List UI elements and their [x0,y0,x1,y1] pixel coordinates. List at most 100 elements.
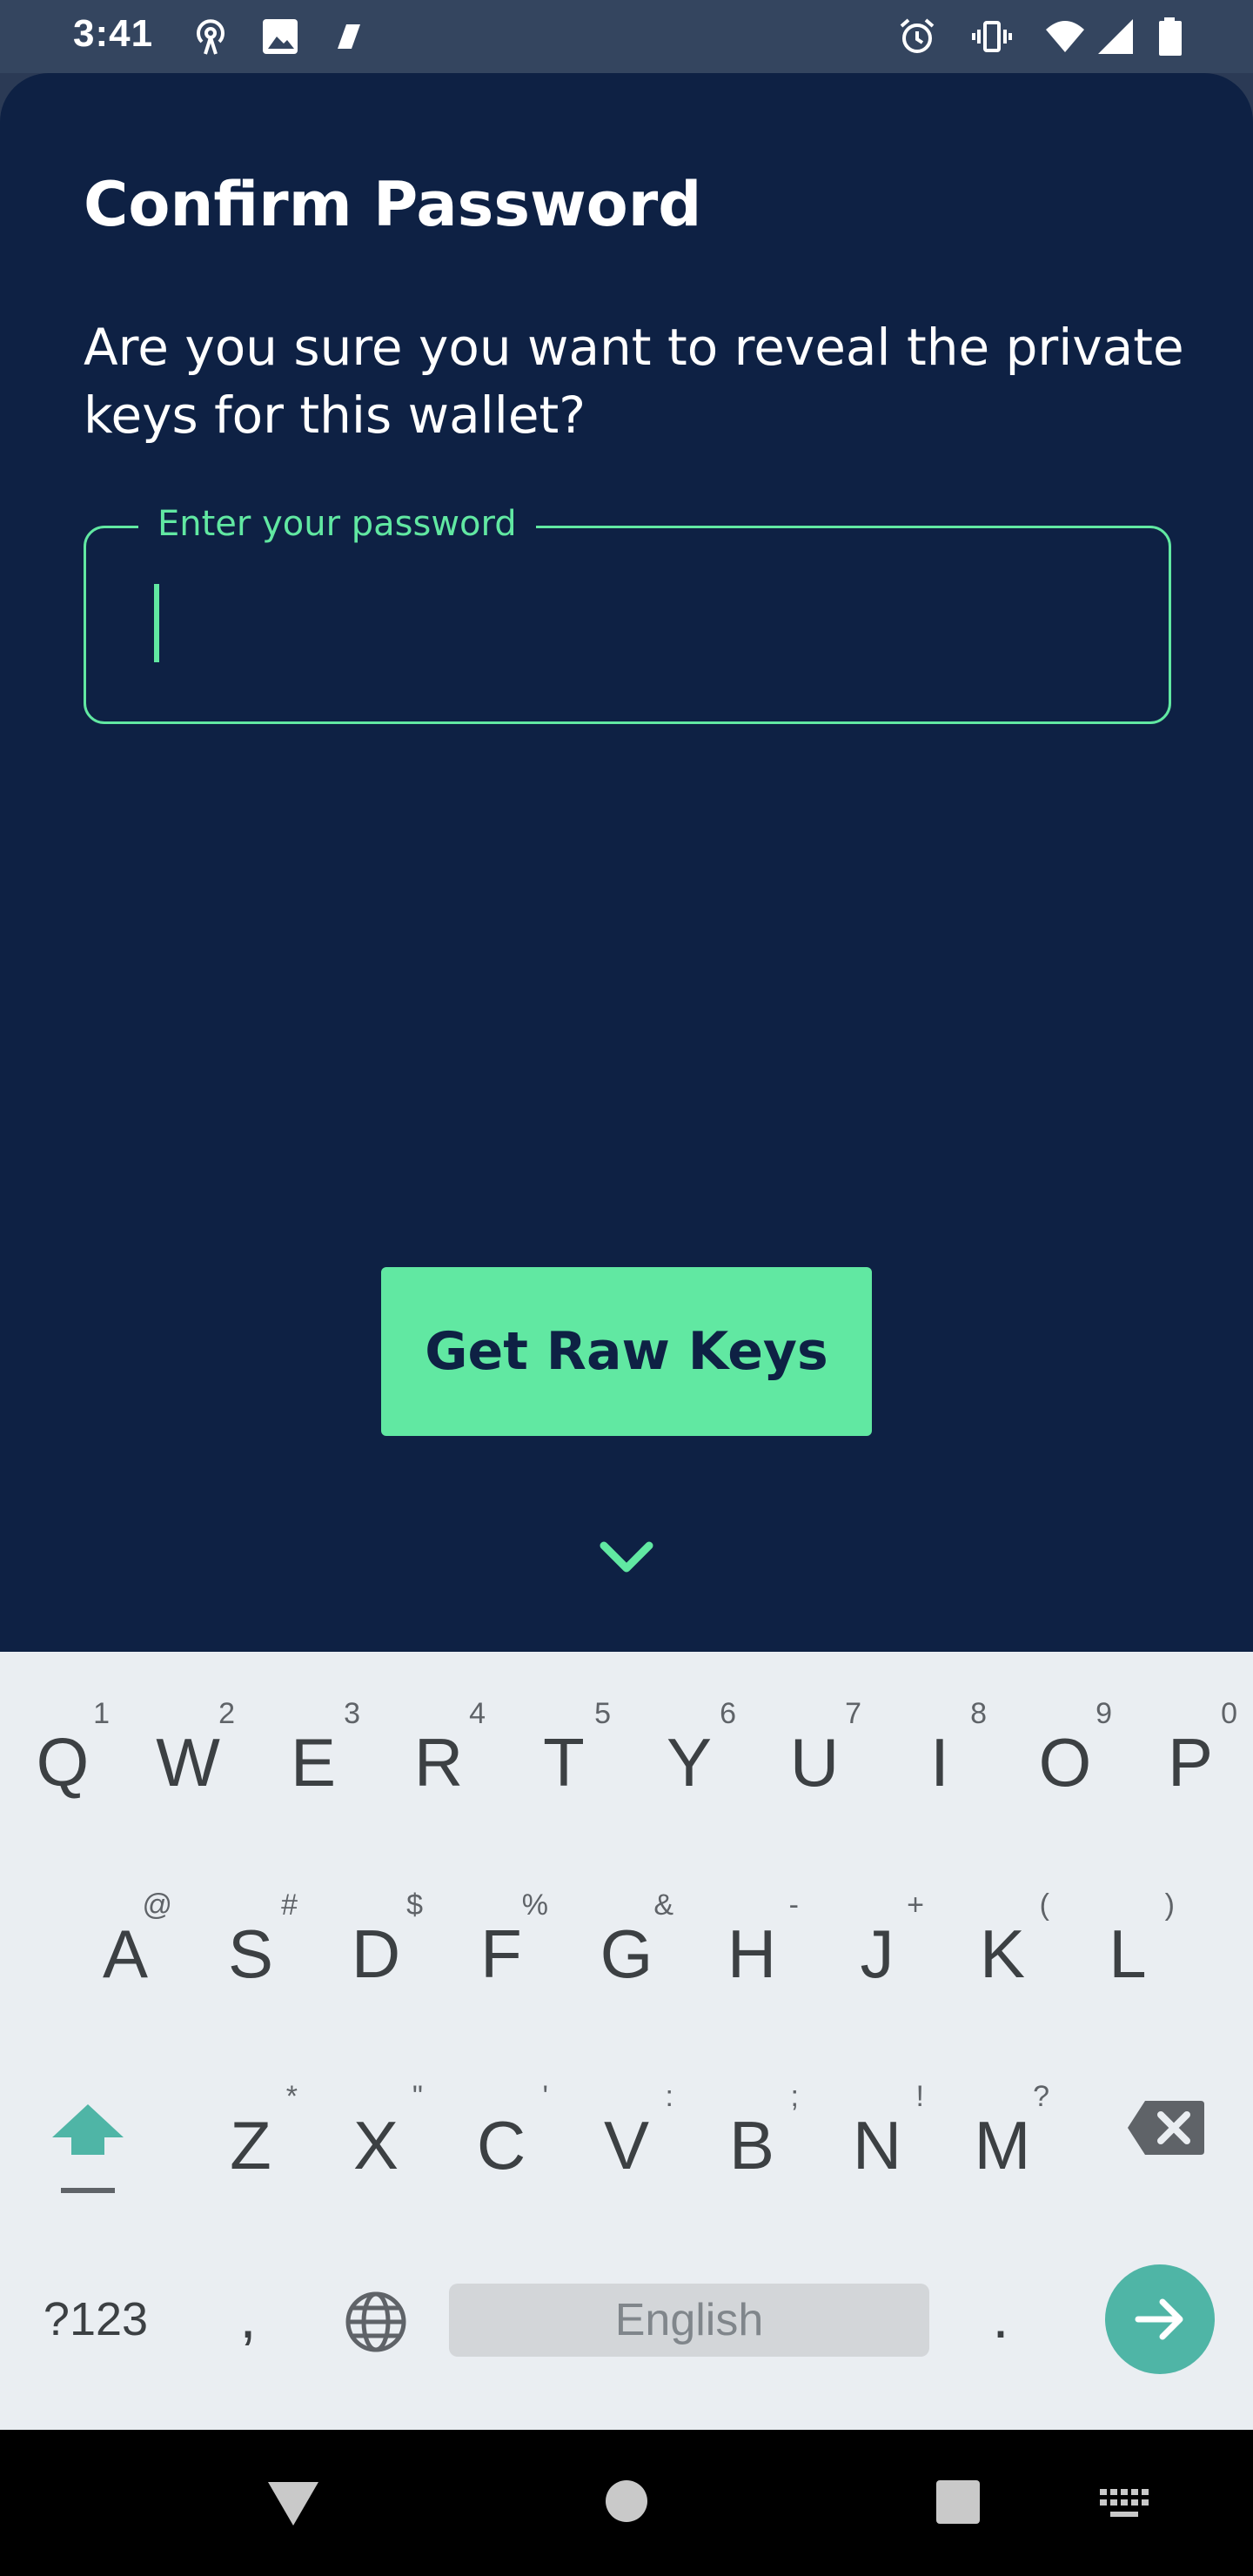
key-letter: L [1109,1915,1147,1992]
key-a[interactable]: A @ [73,1888,178,2002]
key-u[interactable]: U7 [762,1697,867,1810]
password-field-label: Enter your password [138,504,536,544]
vibrate-icon [972,21,1012,52]
key-hint: 3 [344,1697,360,1730]
key-s[interactable]: S # [198,1888,303,2002]
key-hint: 7 [845,1697,861,1730]
key-letter: M [974,2107,1031,2184]
key-hint: ' [542,2080,549,2113]
key-x[interactable]: X " [324,2080,428,2193]
key-c[interactable]: C ' [449,2080,553,2193]
key-letter: J [860,1915,895,1992]
key-letter: U [789,1724,840,1801]
confirm-password-sheet: Confirm Password Are you sure you want t… [0,73,1253,1652]
key-letter: S [227,1915,274,1992]
key-l[interactable]: L) [1075,1888,1180,2002]
space-bar[interactable]: English [449,2284,929,2357]
key-y[interactable]: Y6 [637,1697,741,1810]
key-letter: Z [230,2107,271,2184]
key-letter: X [352,2107,399,2184]
key-letter: R [413,1724,464,1801]
key-hint: 1 [93,1697,110,1730]
key-hint: 6 [720,1697,736,1730]
key-letter: V [603,2107,650,2184]
enter-button[interactable] [1105,2264,1215,2374]
key-hint: 2 [218,1697,235,1730]
key-letter: K [979,1915,1026,1992]
battery-icon [1159,17,1182,56]
key-hint: * [285,2080,298,2113]
key-hint: : [665,2080,673,2113]
comma-key[interactable]: , [218,2282,278,2351]
key-z[interactable]: Z * [198,2080,303,2193]
key-letter: Y [666,1724,713,1801]
status-time: 3:41 [73,12,154,55]
back-icon[interactable] [263,2477,324,2529]
symbols-key[interactable]: ?123 [35,2292,157,2346]
key-i[interactable]: I8 [888,1697,992,1810]
app-icon [338,24,360,49]
key-letter: Q [36,1724,90,1801]
key-letter: T [543,1724,585,1801]
key-j[interactable]: J + [825,1888,929,2002]
key-w[interactable]: W2 [136,1697,240,1810]
key-hint: + [907,1888,924,1922]
password-input[interactable] [152,584,1109,662]
get-raw-keys-button[interactable]: Get Raw Keys [381,1267,872,1436]
shift-icon[interactable] [49,2097,127,2202]
recents-icon[interactable] [935,2479,982,2526]
key-q[interactable]: Q1 [10,1697,115,1810]
text-cursor [154,584,159,662]
dialog-title: Confirm Password [84,169,702,240]
backspace-icon[interactable] [1126,2097,1206,2158]
key-k[interactable]: K( [950,1888,1055,2002]
key-letter: B [728,2107,775,2184]
image-icon [263,19,298,54]
key-letter: D [351,1915,401,1992]
key-t[interactable]: T5 [512,1697,616,1810]
period-key[interactable]: . [975,2282,1027,2351]
key-hint: ; [790,2080,799,2113]
key-letter: P [1167,1724,1214,1801]
arrow-right-icon [1135,2298,1183,2340]
key-hint: % [521,1888,548,1922]
globe-icon[interactable] [341,2287,411,2357]
status-bar: 3:41 [0,0,1253,73]
key-h[interactable]: H- [700,1888,804,2002]
keyboard-switch-icon[interactable] [1098,2487,1150,2522]
key-f[interactable]: F% [449,1888,553,2002]
wifi-icon [1046,21,1084,52]
key-hint: $ [406,1888,423,1922]
chevron-down-icon[interactable] [595,1525,658,1587]
key-hint: 0 [1221,1697,1237,1730]
key-letter: C [476,2107,526,2184]
key-n[interactable]: N! [825,2080,929,2193]
key-hint: 5 [594,1697,611,1730]
key-hint: 8 [970,1697,987,1730]
key-p[interactable]: P0 [1138,1697,1243,1810]
key-letter: I [930,1724,949,1801]
key-m[interactable]: M? [950,2080,1055,2193]
password-field[interactable]: Enter your password [84,504,1171,724]
key-letter: H [727,1915,777,1992]
signal-icon [1098,19,1133,54]
key-hint: ! [915,2080,924,2113]
key-letter: G [600,1915,653,1992]
key-hint: @ [142,1888,172,1922]
key-letter: F [480,1915,522,1992]
key-letter: E [290,1724,337,1801]
key-e[interactable]: E3 [261,1697,365,1810]
key-hint: ) [1164,1888,1175,1922]
key-r[interactable]: R4 [386,1697,491,1810]
alarm-icon [900,18,935,53]
key-hint: " [412,2080,423,2113]
home-icon[interactable] [604,2479,649,2524]
key-b[interactable]: B; [700,2080,804,2193]
key-hint: ? [1033,2080,1049,2113]
key-d[interactable]: D $ [324,1888,428,2002]
hotspot-icon [197,19,224,55]
key-g[interactable]: G & [574,1888,679,2002]
key-o[interactable]: O9 [1013,1697,1117,1810]
key-v[interactable]: V: [574,2080,679,2193]
dialog-question: Are you sure you want to reveal the priv… [84,318,1184,445]
